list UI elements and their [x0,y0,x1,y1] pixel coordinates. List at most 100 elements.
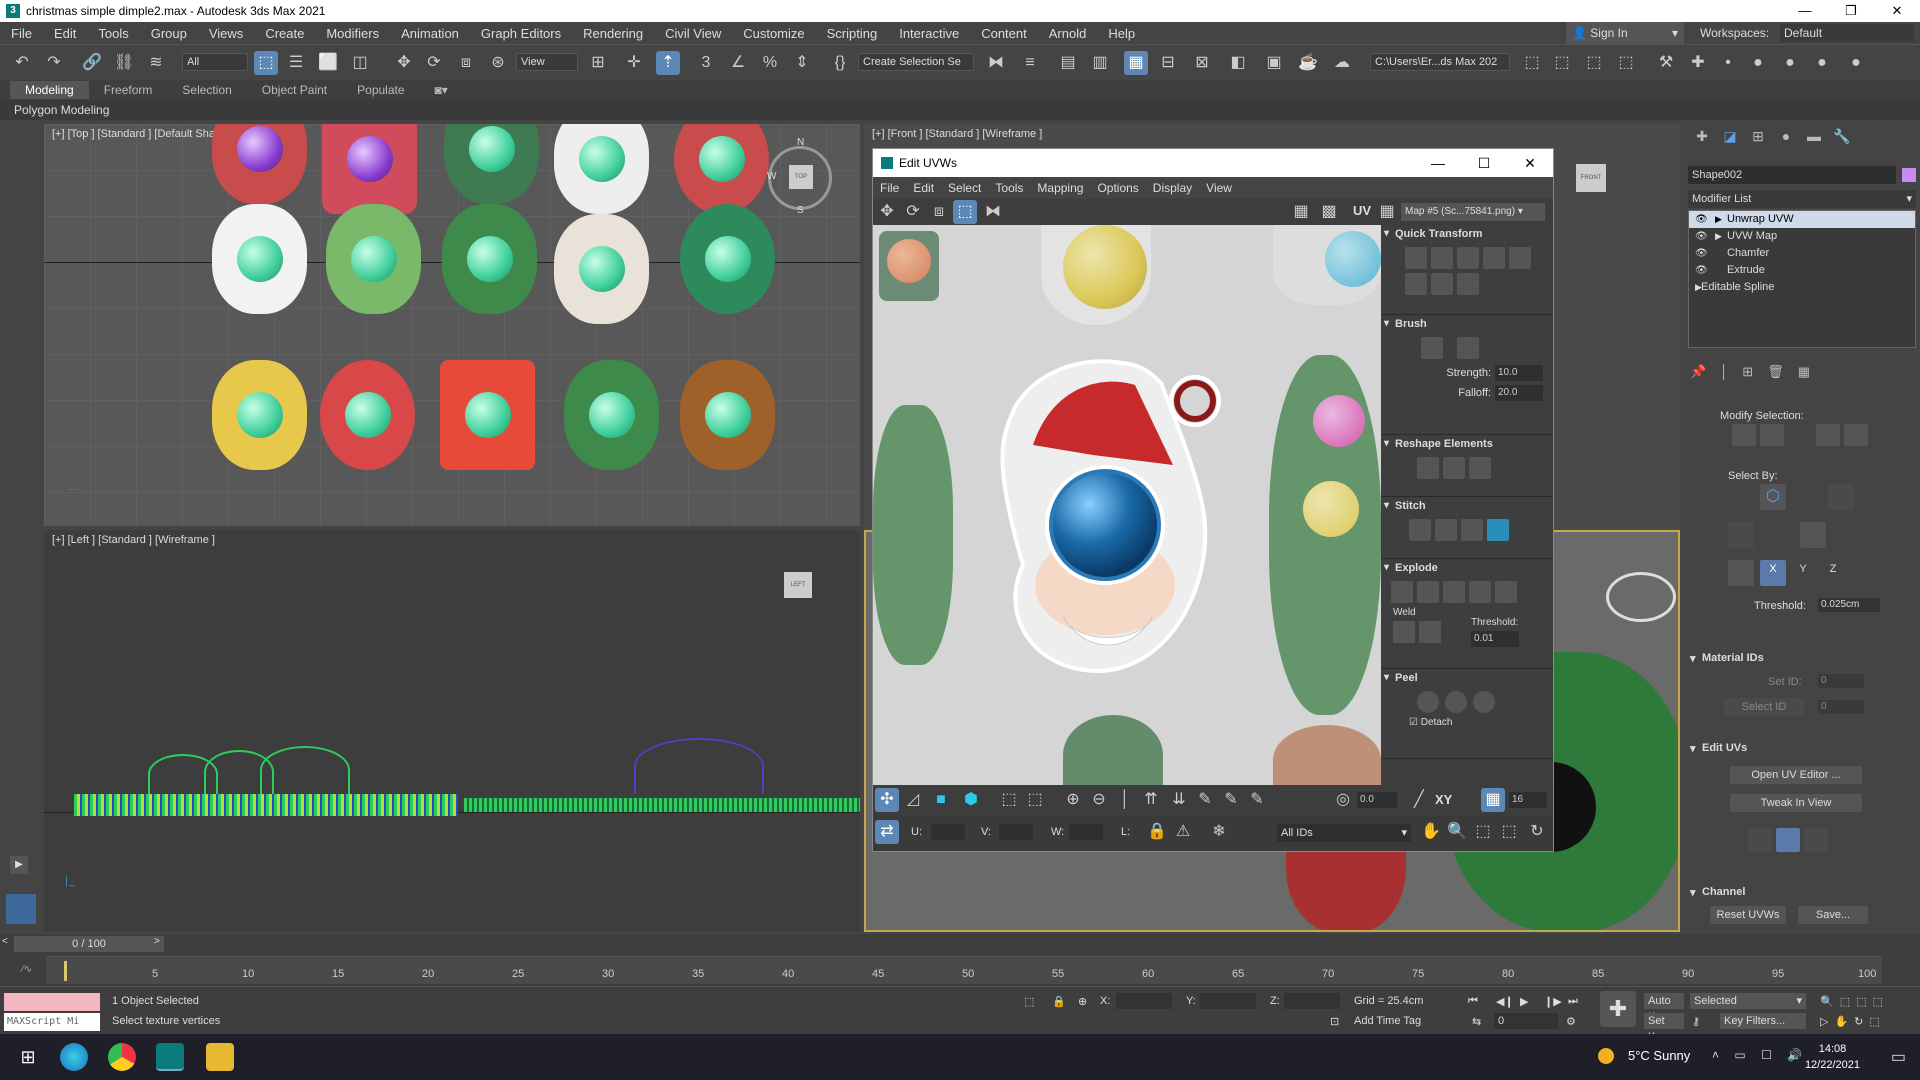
rotate-90-cw-icon[interactable] [1431,273,1453,295]
motion-tab-icon[interactable]: ● [1776,128,1796,146]
create-tab-icon[interactable]: ✚ [1692,128,1712,146]
freeze-icon[interactable]: ❄ [1207,820,1231,844]
ornament[interactable] [564,360,659,470]
map-options-icon[interactable]: ▦ [1375,200,1399,224]
peel-tool-icon[interactable] [1748,828,1772,852]
rollout-header-brush[interactable]: Brush [1381,315,1553,333]
goto-end-icon[interactable]: ⏭ [1568,995,1578,1008]
stack-item-unwrap-uvw[interactable]: 👁 ▶ Unwrap UVW [1689,211,1915,228]
rollout-header-peel[interactable]: Peel [1381,669,1553,687]
weld-threshold-spinner[interactable]: 0.01 [1471,631,1519,647]
arnold-light-icon[interactable]: • [1716,51,1740,75]
ornament[interactable] [322,124,417,214]
display-tab-icon[interactable]: ▬ [1804,128,1824,146]
stack-item-chamfer[interactable]: 👁 Chamfer [1689,245,1915,262]
snap-grid-icon[interactable]: ▦ [1481,788,1505,812]
selection-lock-icon[interactable]: 🔒 [1052,995,1066,1008]
snap-value-spinner[interactable]: 16 [1509,792,1547,808]
flatten-by-polygon-icon[interactable] [1443,581,1465,603]
uvw-menu-select[interactable]: Select [941,181,988,195]
select-inverted-icon[interactable]: ⬚ [1023,788,1047,812]
ornament[interactable] [554,124,649,214]
ring-icon[interactable] [1844,424,1868,446]
utilities-tab-icon[interactable]: 🔧 [1832,128,1852,146]
break-icon[interactable] [1391,581,1413,603]
viewport-label-left[interactable]: [+] [Left ] [Standard ] [Wireframe ] [52,534,215,546]
polygon-select-icon[interactable]: ■ [929,788,953,812]
texture-map-dropdown[interactable]: Map #5 (Sc...75841.png) ▾ [1401,203,1545,221]
ornament[interactable] [680,204,775,314]
modifier-stack[interactable]: 👁 ▶ Unwrap UVW 👁 ▶ UVW Map 👁 Chamfer 👁 Extrude… [1688,210,1916,348]
stitch-custom-icon[interactable] [1487,519,1509,541]
goto-start-icon[interactable]: ⏮ [1468,995,1478,1008]
edit-uvws-window[interactable]: Edit UVWs — ☐ ✕ File Edit Select Tools M… [872,148,1554,852]
menu-graph-editors[interactable]: Graph Editors [470,26,572,41]
expand-arrow-icon[interactable]: ▶ [1715,211,1722,228]
time-configuration-icon[interactable]: ⚙ [1566,1015,1576,1028]
absolute-offset-icon[interactable]: ⇄ [875,820,899,844]
chevron-right-icon[interactable]: > [154,936,160,947]
quick-peel-icon[interactable] [1417,691,1439,713]
rotate-90-ccw-icon[interactable] [1457,247,1479,269]
workspace-select[interactable]: Default [1780,24,1914,42]
select-by-smoothing-icon[interactable] [1800,522,1826,548]
relax-brush-icon[interactable] [1457,337,1479,359]
ornament[interactable] [320,360,415,470]
material-id-filter-dropdown[interactable]: All IDs ▾ [1277,824,1411,842]
system-clock[interactable]: 14:08 12/22/2021 [1805,1041,1860,1073]
container-icon[interactable]: ⬚ [1550,51,1574,75]
freeform-icon[interactable]: ⬚ [953,200,977,224]
select-id-spinner[interactable]: 0 [1818,700,1864,714]
soft-selection-icon[interactable]: ◎ [1331,788,1355,812]
pan-icon[interactable]: ✋ [1419,820,1443,844]
align-to-pivot-icon[interactable] [1405,247,1427,269]
menu-rendering[interactable]: Rendering [572,26,654,41]
set-key-button[interactable]: Set Key [1644,1013,1684,1043]
rollout-header-stitch[interactable]: Stitch [1381,497,1553,515]
menu-content[interactable]: Content [970,26,1038,41]
rollout-header-quick-transform[interactable]: Quick Transform [1381,225,1553,243]
stack-item-uvw-map[interactable]: 👁 ▶ UVW Map [1689,228,1915,245]
soft-select-falloff-spinner[interactable]: 0.0 [1357,792,1397,808]
ribbon-options-icon[interactable]: ◙▾ [420,83,463,97]
previous-frame-icon[interactable]: ◀❙ [1496,995,1514,1008]
arnold-tool-icon[interactable]: ⚒ [1654,51,1678,75]
show-map-icon[interactable]: ▩ [1317,200,1341,224]
x-coordinate-field[interactable] [1116,993,1172,1009]
close-button[interactable]: ✕ [1874,0,1920,22]
menu-civil-view[interactable]: Civil View [654,26,732,41]
object-color-swatch[interactable] [1902,168,1916,182]
absolute-mode-icon[interactable]: ⊕ [1078,995,1087,1008]
zoom-region-icon[interactable]: ⬚ [1471,820,1495,844]
menu-tools[interactable]: Tools [87,26,139,41]
render-setup-icon[interactable]: ◧ [1226,51,1250,75]
falloff-spinner[interactable]: 20.0 [1495,385,1543,401]
ornament[interactable] [326,204,421,314]
viewcube[interactable]: FRONT [1576,164,1606,192]
menu-interactive[interactable]: Interactive [888,26,970,41]
linear-align-icon[interactable] [1405,273,1427,295]
ornament[interactable] [440,360,535,470]
weld-all-selected-icon[interactable] [1419,621,1441,643]
shrink-selection-icon[interactable]: ⊖ [1087,788,1111,812]
select-rotate-icon[interactable]: ⟳ [422,51,446,75]
arnold-sphere-icon-3[interactable]: ● [1810,51,1834,75]
current-frame-spinner[interactable]: 0 [1494,1013,1558,1029]
weld-selected-icon[interactable] [1393,621,1415,643]
uvw-close-button[interactable]: ✕ [1507,155,1553,172]
uvw-menu-file[interactable]: File [873,181,906,195]
reset-peel-icon[interactable] [1473,691,1495,713]
viewcube[interactable]: LEFT [784,572,812,598]
detach-checkbox[interactable]: ☑ Detach [1381,717,1553,728]
add-time-tag[interactable]: Add Time Tag [1354,1015,1421,1027]
shrink-icon[interactable] [1760,424,1784,446]
select-place-icon[interactable]: ⊛ [486,51,510,75]
container-add-icon[interactable]: ⬚ [1582,51,1606,75]
viewcube-compass[interactable] [1606,572,1676,622]
named-selection-dropdown[interactable]: Create Selection Se [858,53,974,71]
menu-file[interactable]: File [0,26,43,41]
grow-selection-icon[interactable]: ⊕ [1061,788,1085,812]
mirror-icon[interactable]: ⧓ [984,51,1008,75]
viewport-nav-controls-row2[interactable]: ▷✋↻⬚ [1820,1015,1886,1028]
arnold-sphere-icon-1[interactable]: ● [1746,51,1770,75]
